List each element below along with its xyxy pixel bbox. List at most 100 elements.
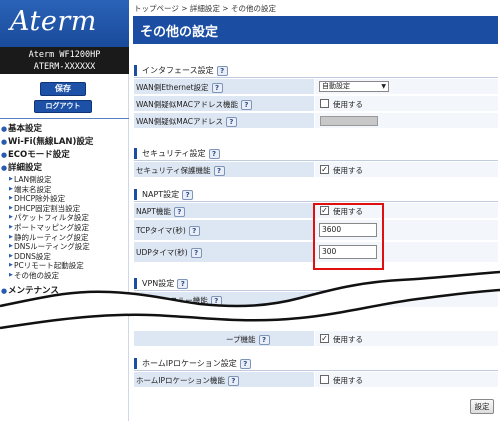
- nav-sub-pc-remote[interactable]: ▶ PCリモート起動設定: [0, 261, 129, 271]
- checkbox-label: 使用する: [333, 335, 363, 344]
- nav-triangle-icon: ▶: [9, 243, 13, 250]
- row-label: TCPタイマ(秒): [136, 226, 186, 235]
- nav-triangle-icon: ▶: [9, 195, 13, 202]
- nav-sub-packet-filter[interactable]: ▶ パケットフィルタ設定: [0, 213, 129, 223]
- row-label: NAPT機能: [136, 207, 171, 216]
- section-home-ip: ホームIPロケーション設定? ホームIPロケーション機能? 使用する: [134, 356, 498, 388]
- help-icon[interactable]: ?: [173, 207, 185, 217]
- model-info: Aterm WF1200HP ATERM-XXXXXX: [0, 47, 129, 74]
- row-home-ip-function: ホームIPロケーション機能? 使用する: [134, 371, 498, 388]
- section-marker: [134, 148, 137, 159]
- nav-triangle-icon: ▶: [9, 252, 13, 259]
- row-label: IPsecパススルー機能: [136, 296, 208, 305]
- checkbox-label: 使用する: [333, 166, 363, 175]
- row-label: UDPタイマ(秒): [136, 248, 188, 257]
- nav-sub-dns-routing[interactable]: ▶ DNSルーティング設定: [0, 242, 129, 252]
- section-header: NAPT設定?: [134, 187, 498, 202]
- section-title: インタフェース設定: [142, 66, 214, 75]
- section-interface: インタフェース設定? WAN側Ethernet設定? 自動設定 ▼ WAN側疑似M…: [134, 63, 498, 129]
- nav-triangle-icon: ▶: [9, 204, 13, 211]
- help-icon[interactable]: ?: [239, 358, 251, 369]
- row-label: WAN側疑似MACアドレス機能: [136, 100, 238, 109]
- nav-bullet-icon: ●: [1, 151, 8, 159]
- nav-triangle-icon: ▶: [9, 233, 13, 240]
- checkbox-label: 使用する: [333, 100, 363, 109]
- logout-button[interactable]: ログアウト: [34, 100, 92, 113]
- title-bar: その他の設定: [133, 16, 498, 44]
- nav-item-basic[interactable]: ● 基本設定: [0, 123, 129, 136]
- help-icon[interactable]: ?: [213, 166, 225, 176]
- nav-item-wifi[interactable]: ● Wi-Fi(無線LAN)設定: [0, 136, 129, 149]
- nav-triangle-icon: ▶: [9, 271, 13, 278]
- section-header: ホームIPロケーション設定?: [134, 356, 498, 371]
- highlight-box: [313, 203, 384, 270]
- sidebar: Aterm Aterm WF1200HP ATERM-XXXXXX 保存 ログア…: [0, 0, 129, 421]
- security-checkbox[interactable]: ✓: [320, 165, 329, 174]
- nav-triangle-icon: ▶: [9, 176, 13, 182]
- nav-triangle-icon: ▶: [9, 214, 13, 221]
- help-icon[interactable]: ?: [208, 148, 220, 159]
- wan-mac-checkbox[interactable]: [320, 99, 329, 108]
- aterm-logo: Aterm: [0, 0, 129, 47]
- help-icon[interactable]: ?: [211, 83, 223, 93]
- sidebar-divider: [0, 118, 129, 119]
- section-header: インタフェース設定?: [134, 63, 498, 78]
- help-icon[interactable]: ?: [227, 376, 239, 386]
- nav-sub-dhcp-fixed[interactable]: ▶ DHCP固定割当設定: [0, 204, 129, 214]
- nav-bullet-icon: ●: [1, 286, 8, 295]
- help-icon[interactable]: ?: [225, 117, 237, 127]
- row-label: WAN側疑似MACアドレス: [136, 117, 223, 126]
- row-wan-ethernet: WAN側Ethernet設定? 自動設定 ▼: [134, 78, 498, 95]
- wan-ethernet-select[interactable]: 自動設定 ▼: [319, 81, 389, 92]
- home-ip-checkbox[interactable]: [320, 375, 329, 384]
- loop-checkbox[interactable]: ✓: [320, 334, 329, 343]
- nav-item-advanced[interactable]: ● 詳細設定: [0, 162, 129, 175]
- nav-triangle-icon: ▶: [9, 223, 13, 230]
- nav-sub-hostname[interactable]: ▶ 端末名設定: [0, 185, 129, 195]
- row-loop-function: ープ機能? ✓ 使用する: [134, 330, 498, 347]
- row-label: ープ機能: [226, 335, 256, 344]
- section-header: セキュリティ設定?: [134, 146, 498, 161]
- section-title: セキュリティ設定: [142, 149, 206, 158]
- model-name: Aterm WF1200HP: [28, 50, 101, 60]
- help-icon[interactable]: ?: [216, 65, 228, 76]
- section-marker: [134, 278, 137, 289]
- help-icon[interactable]: ?: [182, 189, 194, 200]
- breadcrumb: トップページ > 詳細設定 > その他の設定: [134, 4, 276, 13]
- save-button[interactable]: 保存: [40, 82, 86, 96]
- nav-sub-port-mapping[interactable]: ▶ ポートマッピング設定: [0, 223, 129, 233]
- nav-sub-ddns[interactable]: ▶ DDNS設定: [0, 252, 129, 262]
- nav-sub-dhcp-exclude[interactable]: ▶ DHCP除外設定: [0, 194, 129, 204]
- device-id: ATERM-XXXXXX: [33, 62, 96, 72]
- section-marker: [134, 189, 137, 200]
- nav-triangle-icon: ▶: [9, 185, 13, 192]
- apply-button[interactable]: 設定: [470, 399, 494, 414]
- help-icon[interactable]: ?: [190, 248, 202, 258]
- help-icon[interactable]: ?: [188, 226, 200, 236]
- section-title: NAPT設定: [142, 190, 180, 199]
- row-label: ホームIPロケーション機能: [136, 376, 225, 385]
- nav-sub-other[interactable]: ▶ その他の設定: [0, 271, 129, 281]
- section-title: ホームIPロケーション設定: [142, 359, 237, 368]
- help-icon[interactable]: ?: [177, 278, 189, 289]
- row-wan-mac-address: WAN側疑似MACアドレス?: [134, 112, 498, 129]
- help-icon[interactable]: ?: [210, 296, 222, 306]
- section-marker: [134, 358, 137, 369]
- help-icon[interactable]: ?: [258, 335, 270, 345]
- row-security-protect: セキュリティ保護機能? ✓ 使用する: [134, 161, 498, 178]
- dropdown-arrow-icon: ▼: [381, 83, 386, 90]
- nav-bullet-icon: ●: [1, 138, 8, 146]
- help-icon[interactable]: ?: [240, 100, 252, 110]
- nav-sub-lan[interactable]: ▶ LAN側設定: [0, 175, 129, 185]
- nav-item-eco[interactable]: ● ECOモード設定: [0, 149, 129, 162]
- nav-bullet-icon: ●: [1, 164, 8, 172]
- row-wan-mac-function: WAN側疑似MACアドレス機能? 使用する: [134, 95, 498, 112]
- section-vpn-continued: ープ機能? ✓ 使用する: [134, 330, 498, 347]
- nav-sub-static-routing[interactable]: ▶ 静的ルーティング設定: [0, 233, 129, 243]
- nav-item-maintenance[interactable]: ● メンテナンス: [0, 285, 129, 298]
- wan-mac-address-input: [320, 116, 378, 126]
- section-title: VPN設定: [142, 279, 175, 288]
- row-label: WAN側Ethernet設定: [136, 83, 209, 92]
- nav-triangle-icon: ▶: [9, 262, 13, 269]
- row-ipsec-passthrough: IPsecパススルー機能?: [134, 291, 498, 308]
